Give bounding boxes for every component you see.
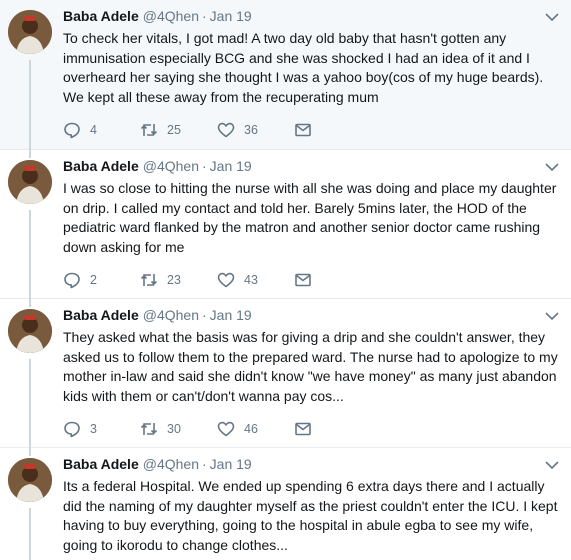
retweet-count: 25 [167, 123, 181, 137]
reply-icon [64, 272, 80, 289]
retweet-button[interactable]: 23 [140, 271, 217, 289]
author-handle[interactable]: @4Qhen [143, 456, 199, 472]
tweet-date[interactable]: Jan 19 [210, 158, 252, 174]
tweet-2[interactable]: Baba Adele @4Qhen · Jan 19 I was so close … [0, 150, 571, 299]
reply-count: 2 [90, 273, 97, 287]
direct-message-button[interactable] [294, 420, 321, 438]
retweet-button[interactable]: 25 [140, 121, 217, 139]
thread-line [29, 210, 31, 299]
tweet-1[interactable]: Baba Adele @4Qhen · Jan 19 To check her vi… [0, 0, 571, 150]
retweet-icon [140, 124, 158, 136]
reply-icon [64, 122, 80, 139]
reply-button[interactable]: 2 [63, 271, 140, 289]
like-count: 43 [244, 273, 258, 287]
direct-message-button[interactable] [294, 121, 321, 139]
tweet-text: Its a federal Hospital. We ended up spen… [63, 478, 558, 553]
thread-line [29, 299, 31, 307]
thread-line [29, 508, 31, 560]
envelope-icon [295, 273, 311, 287]
avatar[interactable] [8, 10, 52, 54]
chevron-down-icon[interactable] [545, 460, 559, 470]
thread-line [29, 60, 31, 150]
tweet-4[interactable]: Baba Adele @4Qhen · Jan 19 Its a federal H… [0, 448, 571, 560]
chevron-down-icon[interactable] [545, 311, 559, 321]
heart-icon [217, 122, 235, 138]
author-handle[interactable]: @4Qhen [143, 8, 199, 24]
author-handle[interactable]: @4Qhen [143, 158, 199, 174]
avatar[interactable] [8, 160, 52, 204]
reply-count: 3 [90, 422, 97, 436]
retweet-icon [140, 423, 158, 435]
reply-icon [64, 421, 80, 438]
author-name[interactable]: Baba Adele [63, 456, 139, 472]
thread-line [29, 448, 31, 456]
reply-button[interactable]: 4 [63, 121, 140, 139]
thread-line [29, 150, 31, 158]
reply-button[interactable]: 3 [63, 420, 140, 438]
reply-count: 4 [90, 123, 97, 137]
envelope-icon [295, 123, 311, 137]
like-button[interactable]: 46 [217, 420, 294, 438]
author-name[interactable]: Baba Adele [63, 158, 139, 174]
tweet-text: I was so close to hitting the nurse with… [63, 180, 557, 255]
tweet-text: They asked what the basis was for giving… [63, 329, 558, 404]
like-button[interactable]: 43 [217, 271, 294, 289]
retweet-count: 30 [167, 422, 181, 436]
like-button[interactable]: 36 [217, 121, 294, 139]
envelope-icon [295, 422, 311, 436]
tweet-date[interactable]: Jan 19 [210, 8, 252, 24]
avatar[interactable] [8, 458, 52, 502]
tweet-text: To check her vitals, I got mad! A two da… [63, 30, 544, 105]
author-name[interactable]: Baba Adele [63, 307, 139, 323]
tweet-3[interactable]: Baba Adele @4Qhen · Jan 19 They asked what… [0, 299, 571, 448]
like-count: 46 [244, 422, 258, 436]
retweet-button[interactable]: 30 [140, 420, 217, 438]
chevron-down-icon[interactable] [545, 12, 559, 22]
chevron-down-icon[interactable] [545, 162, 559, 172]
tweet-date[interactable]: Jan 19 [210, 456, 252, 472]
author-name[interactable]: Baba Adele [63, 8, 139, 24]
thread-line [29, 359, 31, 448]
like-count: 36 [244, 123, 258, 137]
tweet-date[interactable]: Jan 19 [210, 307, 252, 323]
heart-icon [217, 272, 235, 288]
retweet-icon [140, 274, 158, 286]
heart-icon [217, 421, 235, 437]
avatar[interactable] [8, 309, 52, 353]
direct-message-button[interactable] [294, 271, 321, 289]
author-handle[interactable]: @4Qhen [143, 307, 199, 323]
retweet-count: 23 [167, 273, 181, 287]
